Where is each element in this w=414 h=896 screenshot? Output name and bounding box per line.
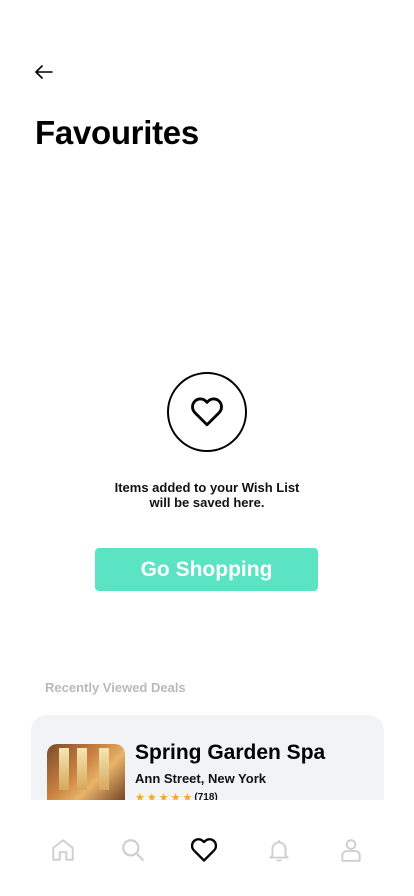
nav-notifications[interactable] (265, 836, 293, 864)
nav-favourites[interactable] (190, 836, 218, 864)
empty-state-message-line2: will be saved here. (149, 495, 265, 510)
bottom-nav (0, 800, 414, 896)
home-icon (52, 839, 74, 861)
heart-icon (190, 838, 218, 862)
recently-viewed-label: Recently Viewed Deals (45, 680, 186, 695)
deal-location: Ann Street, New York (135, 771, 266, 786)
empty-state-heart-circle (167, 372, 247, 452)
search-icon (122, 839, 144, 861)
heart-icon (191, 397, 223, 427)
profile-icon (341, 839, 361, 862)
nav-profile[interactable] (337, 836, 365, 864)
nav-search[interactable] (119, 836, 147, 864)
deal-name: Spring Garden Spa (135, 741, 326, 764)
go-shopping-button[interactable]: Go Shopping (95, 548, 318, 591)
page-title: Favourites (35, 114, 199, 151)
arrow-left-icon (35, 65, 53, 79)
bell-icon (269, 840, 289, 862)
back-button[interactable] (32, 60, 56, 84)
empty-state-message-line1: Items added to your Wish List (114, 480, 300, 495)
nav-home[interactable] (49, 836, 77, 864)
